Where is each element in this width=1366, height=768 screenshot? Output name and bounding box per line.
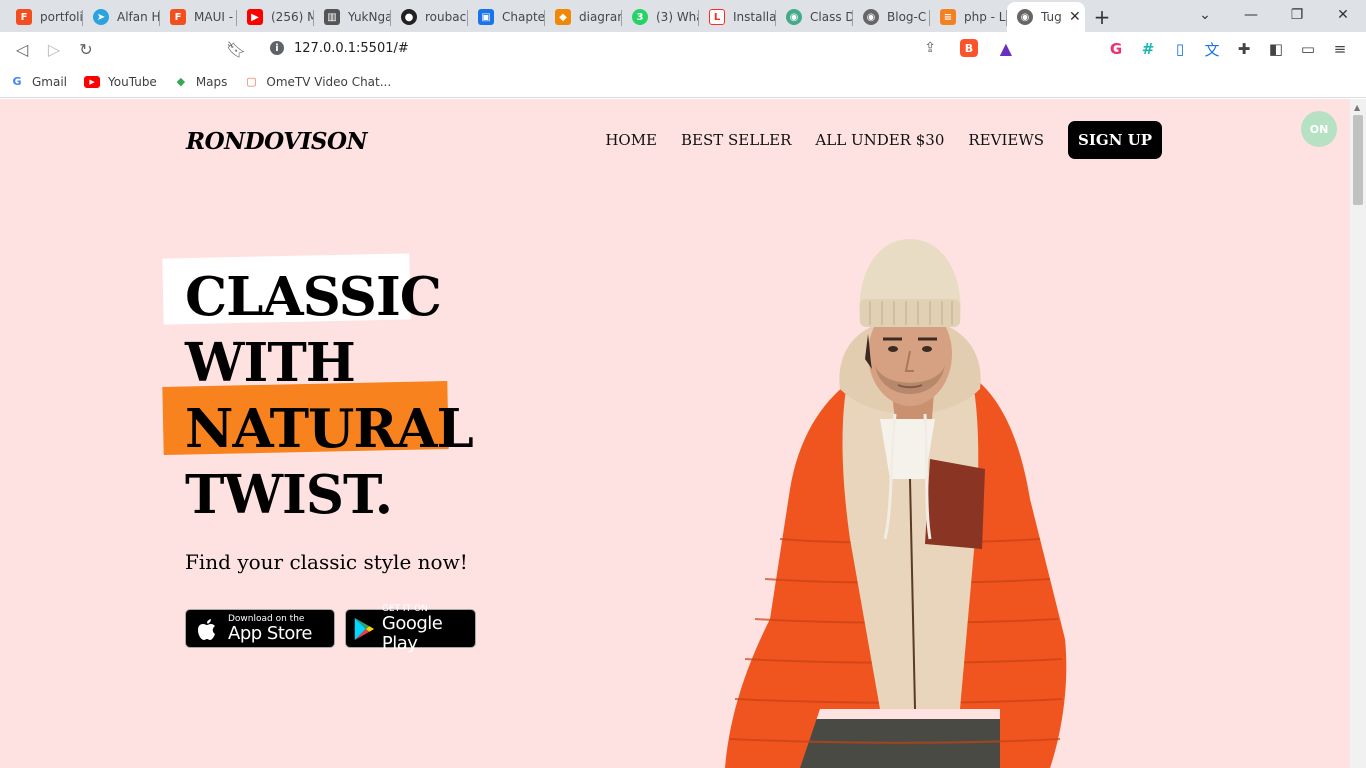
sidebar-icon[interactable]: ◧ [1260,33,1292,65]
drawio-icon: ◆ [555,9,571,25]
classroom-icon: ▣ [478,9,494,25]
globe-icon: ◉ [786,9,802,25]
github-icon: ● [401,9,417,25]
youtube-icon: ▶ [247,9,263,25]
ometv-icon: ▢ [246,75,257,88]
address-bar[interactable]: i 127.0.0.1:5501/# ⇪ B ▲ [258,33,1022,63]
tab-blog[interactable]: ◉ Blog-C [853,2,930,32]
globe-icon: ◉ [1017,9,1033,25]
bookmarks-bar: G Gmail ▶ YouTube ◆ Maps ▢ OmeTV Video Chat.… [0,66,1366,98]
tab-class-d[interactable]: ◉ Class D [776,2,853,32]
tab-strip: Fportfolio ➤Alfan Hi FMAUI - ▶(256) M ▥Y… [0,0,1366,32]
restore-icon[interactable]: ❐ [1274,0,1320,30]
close-window-icon[interactable]: ✕ [1320,0,1366,30]
trello-icon: ▥ [324,9,340,25]
globe-icon: ◉ [863,9,879,25]
menu-icon[interactable]: ≡ [1324,33,1356,65]
wallet-icon[interactable]: ▭ [1292,33,1324,65]
app-store-button[interactable]: Download on the App Store [185,609,335,648]
signup-button[interactable]: SIGN UP [1068,121,1162,159]
grammarly-icon[interactable]: G [1100,33,1132,65]
telegram-icon: ➤ [93,9,109,25]
figma-icon: F [170,9,186,25]
youtube-icon: ▶ [84,75,101,88]
hero-line-4: TWIST. [185,464,393,526]
new-tab-button[interactable]: + [1085,2,1119,32]
scrollbar-thumb[interactable] [1353,115,1363,205]
tab-diagram[interactable]: ◆diagram [545,2,622,32]
web-page: RONDOVISON HOME BEST SELLER ALL UNDER $3… [0,99,1350,768]
forward-icon[interactable]: ▷ [38,33,70,65]
minimize-icon[interactable]: — [1228,0,1274,30]
hero-model-image [725,239,1067,768]
hero-line-1: CLASSIC [162,253,473,330]
tab-telegram[interactable]: ➤Alfan Hi [83,2,160,32]
brave-rewards-icon[interactable]: ▲ [1000,39,1012,58]
tab-maui[interactable]: F MAUI - [160,2,237,32]
laravel-icon: L [709,9,725,25]
tab-youtube[interactable]: ▶ (256) M [237,2,314,32]
nav-home[interactable]: HOME [605,131,657,149]
close-tab-icon[interactable]: ✕ [1069,9,1081,25]
bookmark-ometv[interactable]: ▢ OmeTV Video Chat... [244,75,391,89]
google-play-icon [354,617,375,640]
bookmark-icon[interactable]: 🔖︎ [220,33,252,65]
tab-whatsapp[interactable]: 3(3) Wha [622,2,699,32]
bookmark-youtube[interactable]: ▶ YouTube [84,75,157,89]
brave-shield-icon[interactable]: B [960,39,978,57]
nav-reviews[interactable]: REVIEWS [968,131,1044,149]
hero-line-3: NATURAL [162,381,474,462]
reload-icon[interactable]: ↻ [70,33,102,65]
extensions-bar: G # ▯ 文 ✚ ◧ ▭ ≡ [1100,32,1356,66]
tab-portfolio[interactable]: Fportfolio [6,2,83,32]
site-logo[interactable]: RONDOVISON [186,128,368,155]
maps-icon: ◆ [176,75,186,88]
url-text[interactable]: 127.0.0.1:5501/# [294,41,409,56]
bookmark-gmail[interactable]: G Gmail [10,75,67,89]
tab-github[interactable]: ●rouback [391,2,468,32]
status-badge[interactable]: ON [1301,111,1337,147]
whatsapp-icon: 3 [632,9,648,25]
translate-icon[interactable]: 文 [1196,33,1228,65]
tab-search-icon[interactable]: ⌄ [1182,0,1228,30]
apple-icon [198,618,215,640]
back-icon[interactable]: ◁ [6,33,38,65]
nav-under-30[interactable]: ALL UNDER $30 [815,131,944,149]
hero-heading: CLASSIC WITH NATURAL TWIST. [162,253,474,528]
extensions-icon[interactable]: ✚ [1228,33,1260,65]
tab-yuknga[interactable]: ▥ YukNga [314,2,391,32]
hero-subtitle: Find your classic style now! [185,550,468,574]
tab-laravel[interactable]: LInstallat [699,2,776,32]
main-nav: HOME BEST SELLER ALL UNDER $30 REVIEWS S… [581,121,1162,159]
hash-icon[interactable]: # [1132,33,1164,65]
figma-icon: F [16,9,32,25]
tab-active[interactable]: ◉ Tug ✕ [1007,2,1085,32]
google-icon: G [12,75,22,88]
google-play-button[interactable]: GET IT ON Google Play [345,604,476,653]
share-icon[interactable]: ⇪ [924,40,936,56]
bookmark-maps[interactable]: ◆ Maps [174,75,228,89]
nav-best-seller[interactable]: BEST SELLER [681,131,791,149]
tab-chapter[interactable]: ▣Chapter [468,2,545,32]
scroll-up-icon[interactable]: ▲ [1354,103,1360,112]
tab-php[interactable]: ≡ php - L [930,2,1007,32]
stackoverflow-icon: ≡ [940,9,956,25]
site-info-icon[interactable]: i [270,41,284,55]
docs-icon[interactable]: ▯ [1164,33,1196,65]
page-scrollbar[interactable]: ▲ [1350,99,1366,768]
